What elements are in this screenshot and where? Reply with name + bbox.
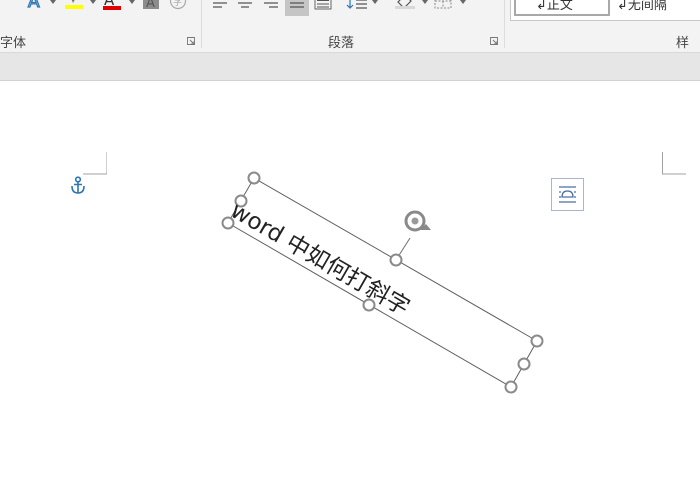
resize-handle-bottom-right[interactable]	[504, 380, 518, 394]
rotate-handle-icon[interactable]	[404, 210, 431, 232]
textbox-frame[interactable]	[0, 0, 700, 500]
resize-handle-top-right[interactable]	[530, 334, 544, 348]
resize-handle-middle-right[interactable]	[517, 357, 531, 371]
resize-handle-top-middle[interactable]	[389, 253, 403, 267]
resize-handle-top-left[interactable]	[247, 171, 261, 185]
